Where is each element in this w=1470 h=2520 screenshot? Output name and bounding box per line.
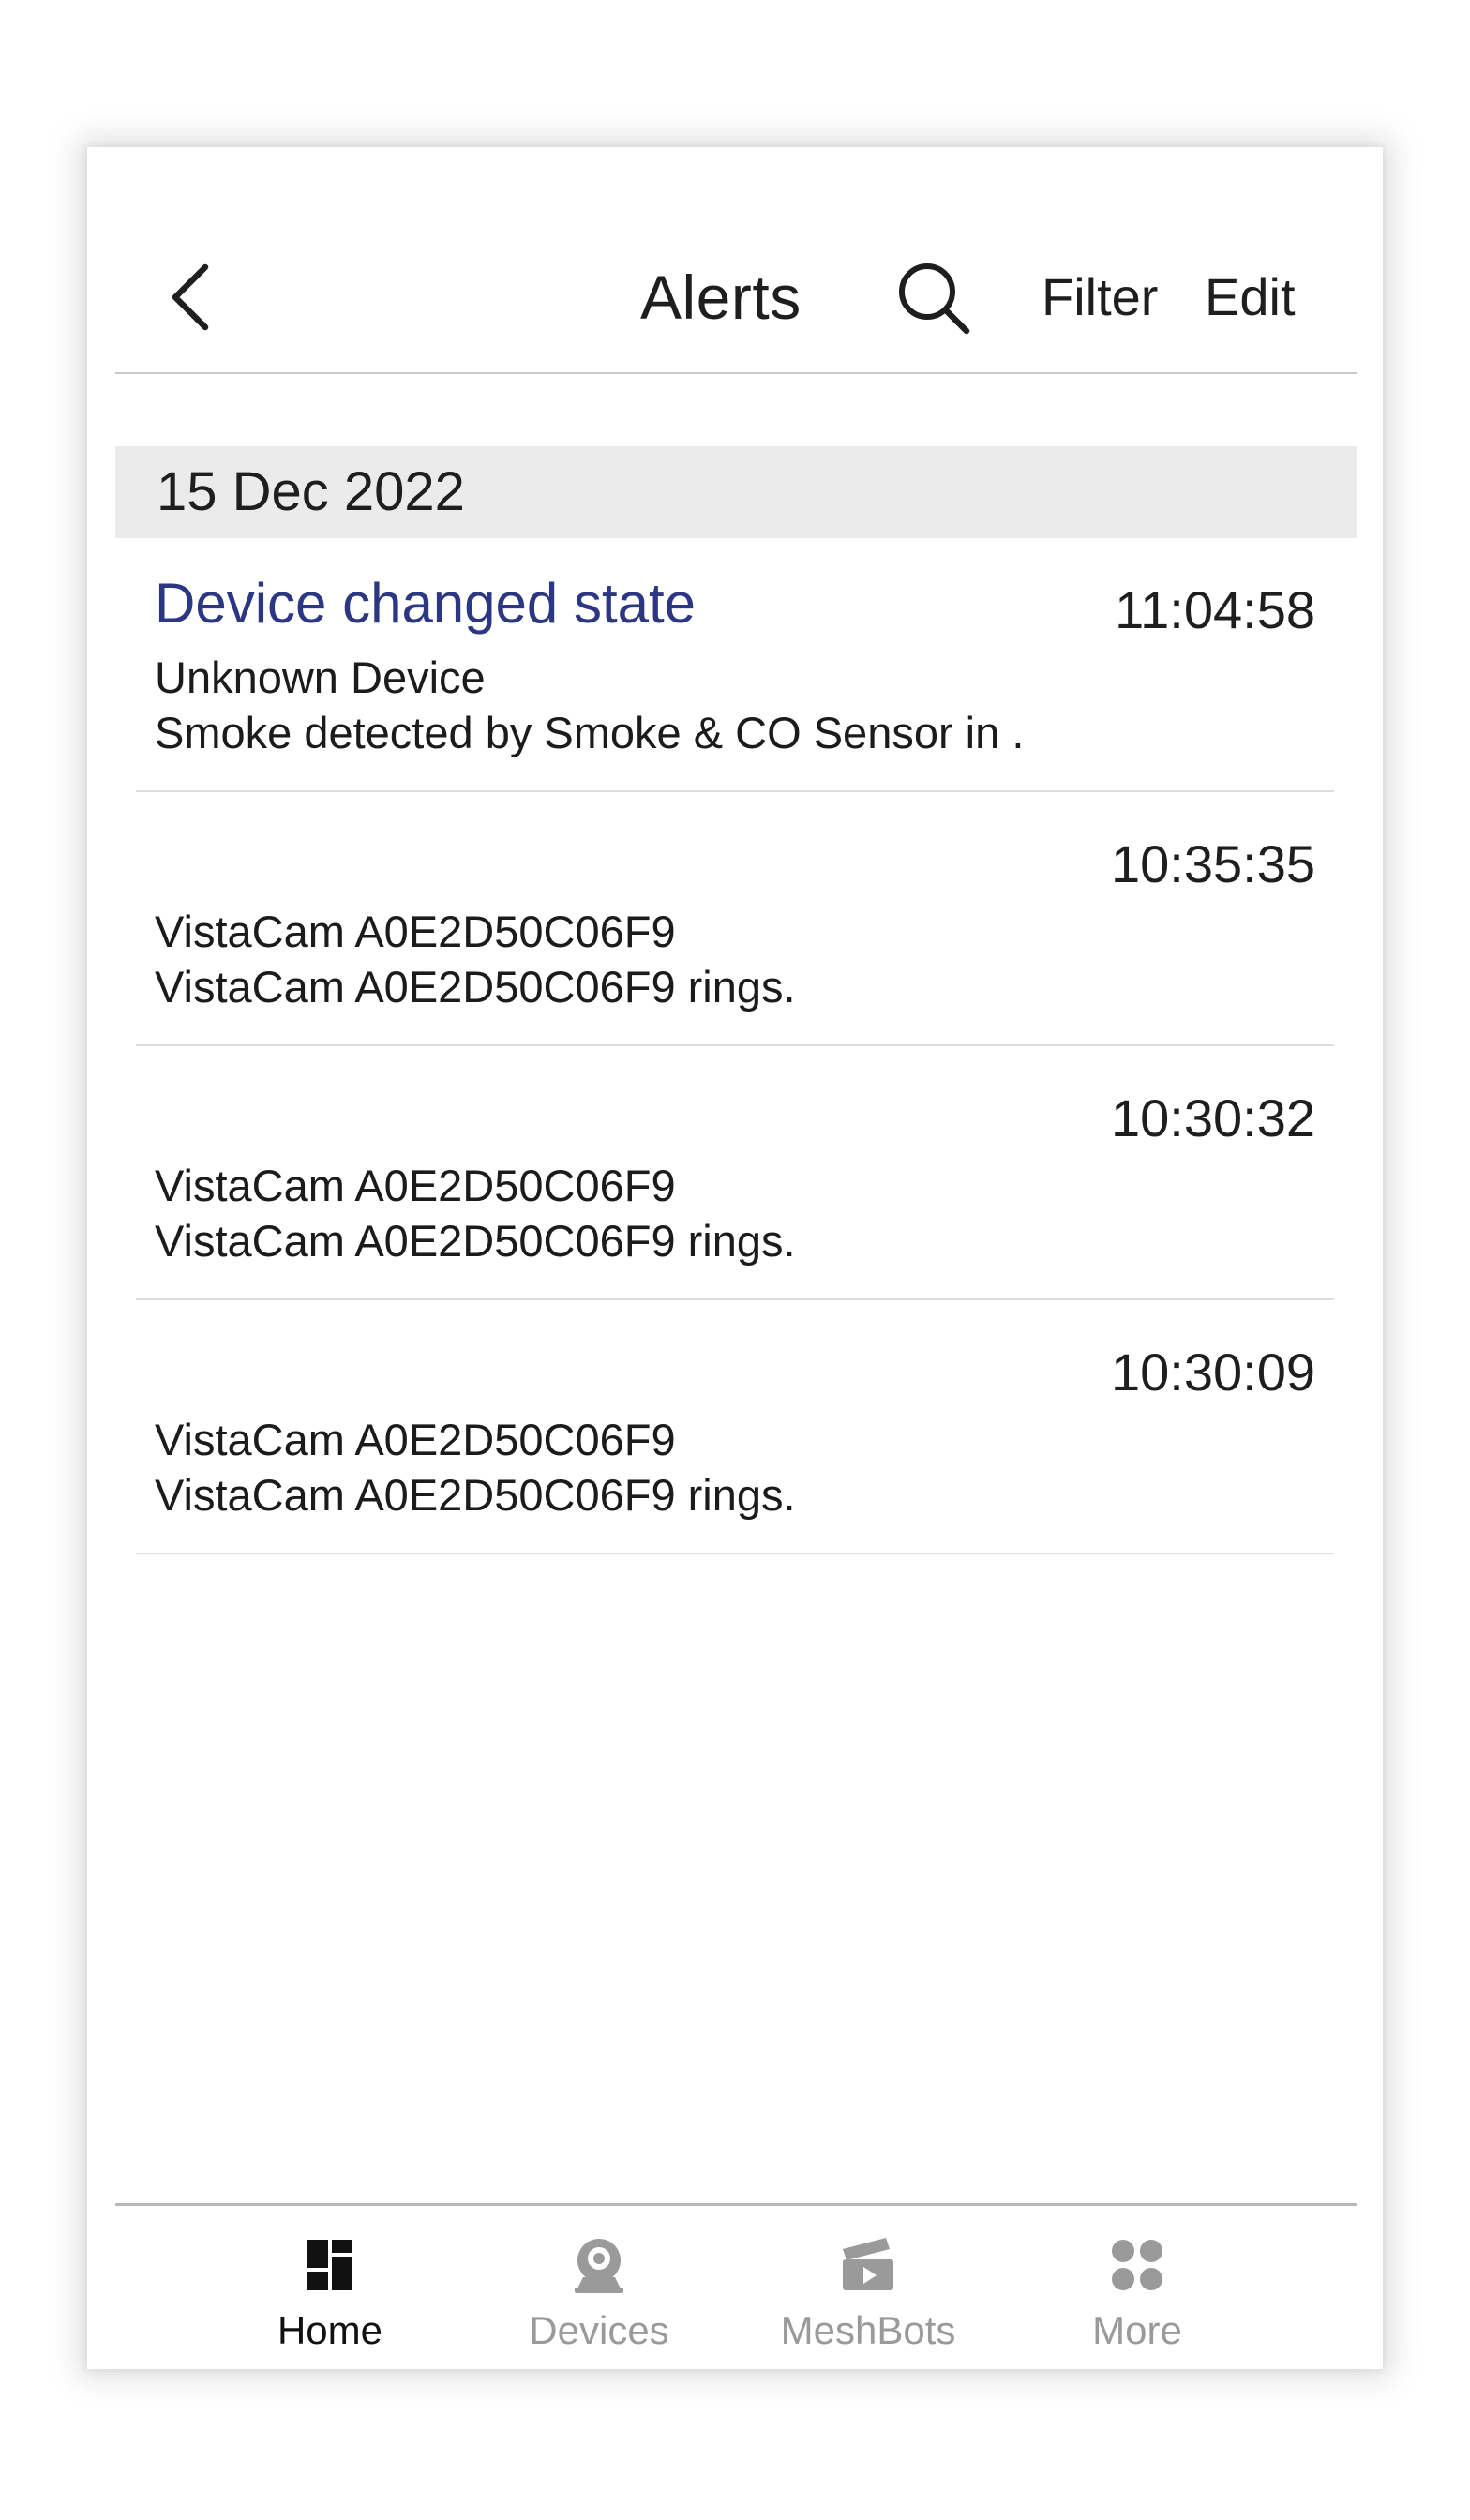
alert-item[interactable]: 10:30:32 VistaCam A0E2D50C06F9 VistaCam … [87,1046,1383,1300]
alert-time: 11:04:58 [1115,580,1315,639]
alert-device-name: VistaCam A0E2D50C06F9 [155,907,676,956]
alert-message: VistaCam A0E2D50C06F9 rings. [155,962,796,1012]
tab-home[interactable]: Home [218,2206,442,2369]
alert-time: 10:30:32 [1111,1088,1315,1148]
devices-camera-icon [575,2239,623,2293]
back-button[interactable] [162,258,218,337]
search-icon [899,263,970,335]
app-screen: Alerts Filter Edit 15 Dec 2022 Device ch… [87,147,1383,2369]
alert-message: VistaCam A0E2D50C06F9 rings. [155,1216,796,1266]
date-label: 15 Dec 2022 [157,461,465,522]
tab-more[interactable]: More [1025,2206,1250,2369]
bottom-tab-bar: Home Devices MeshBots More [87,2206,1383,2369]
tab-meshbots[interactable]: MeshBots [756,2206,981,2369]
alert-time: 10:35:35 [1111,834,1315,893]
chevron-left-icon [172,263,209,331]
edit-button[interactable]: Edit [1205,258,1296,337]
tab-devices[interactable]: Devices [487,2206,712,2369]
top-nav-bar: Alerts Filter Edit [87,147,1383,374]
alert-message: Smoke detected by Smoke & CO Sensor in . [155,708,1025,758]
alert-item[interactable]: 10:30:09 VistaCam A0E2D50C06F9 VistaCam … [87,1300,1383,1554]
alert-message: VistaCam A0E2D50C06F9 rings. [155,1470,796,1520]
alert-item[interactable]: Device changed state 11:04:58 Unknown De… [87,538,1383,792]
tab-devices-label: Devices [529,2308,669,2352]
alert-divider [136,1552,1334,1554]
tab-meshbots-label: MeshBots [780,2308,956,2352]
page-title: Alerts [640,262,802,332]
alert-device-name: VistaCam A0E2D50C06F9 [155,1161,676,1210]
more-dots-icon [1112,2240,1162,2290]
date-section-header: 15 Dec 2022 [115,446,1357,538]
alert-list: Device changed state 11:04:58 Unknown De… [87,538,1383,1554]
alert-device-name: Unknown Device [155,652,486,702]
tab-more-label: More [1092,2308,1182,2352]
alert-item[interactable]: 10:35:35 VistaCam A0E2D50C06F9 VistaCam … [87,792,1383,1046]
filter-button[interactable]: Filter [1042,258,1158,337]
meshbots-clapper-icon [843,2238,893,2290]
search-button[interactable] [895,260,974,338]
home-dashboard-icon [308,2240,352,2290]
tab-home-label: Home [277,2308,383,2352]
header-divider [115,372,1357,374]
alert-title: Device changed state [155,572,697,635]
alert-device-name: VistaCam A0E2D50C06F9 [155,1415,676,1464]
alert-time: 10:30:09 [1111,1342,1315,1402]
